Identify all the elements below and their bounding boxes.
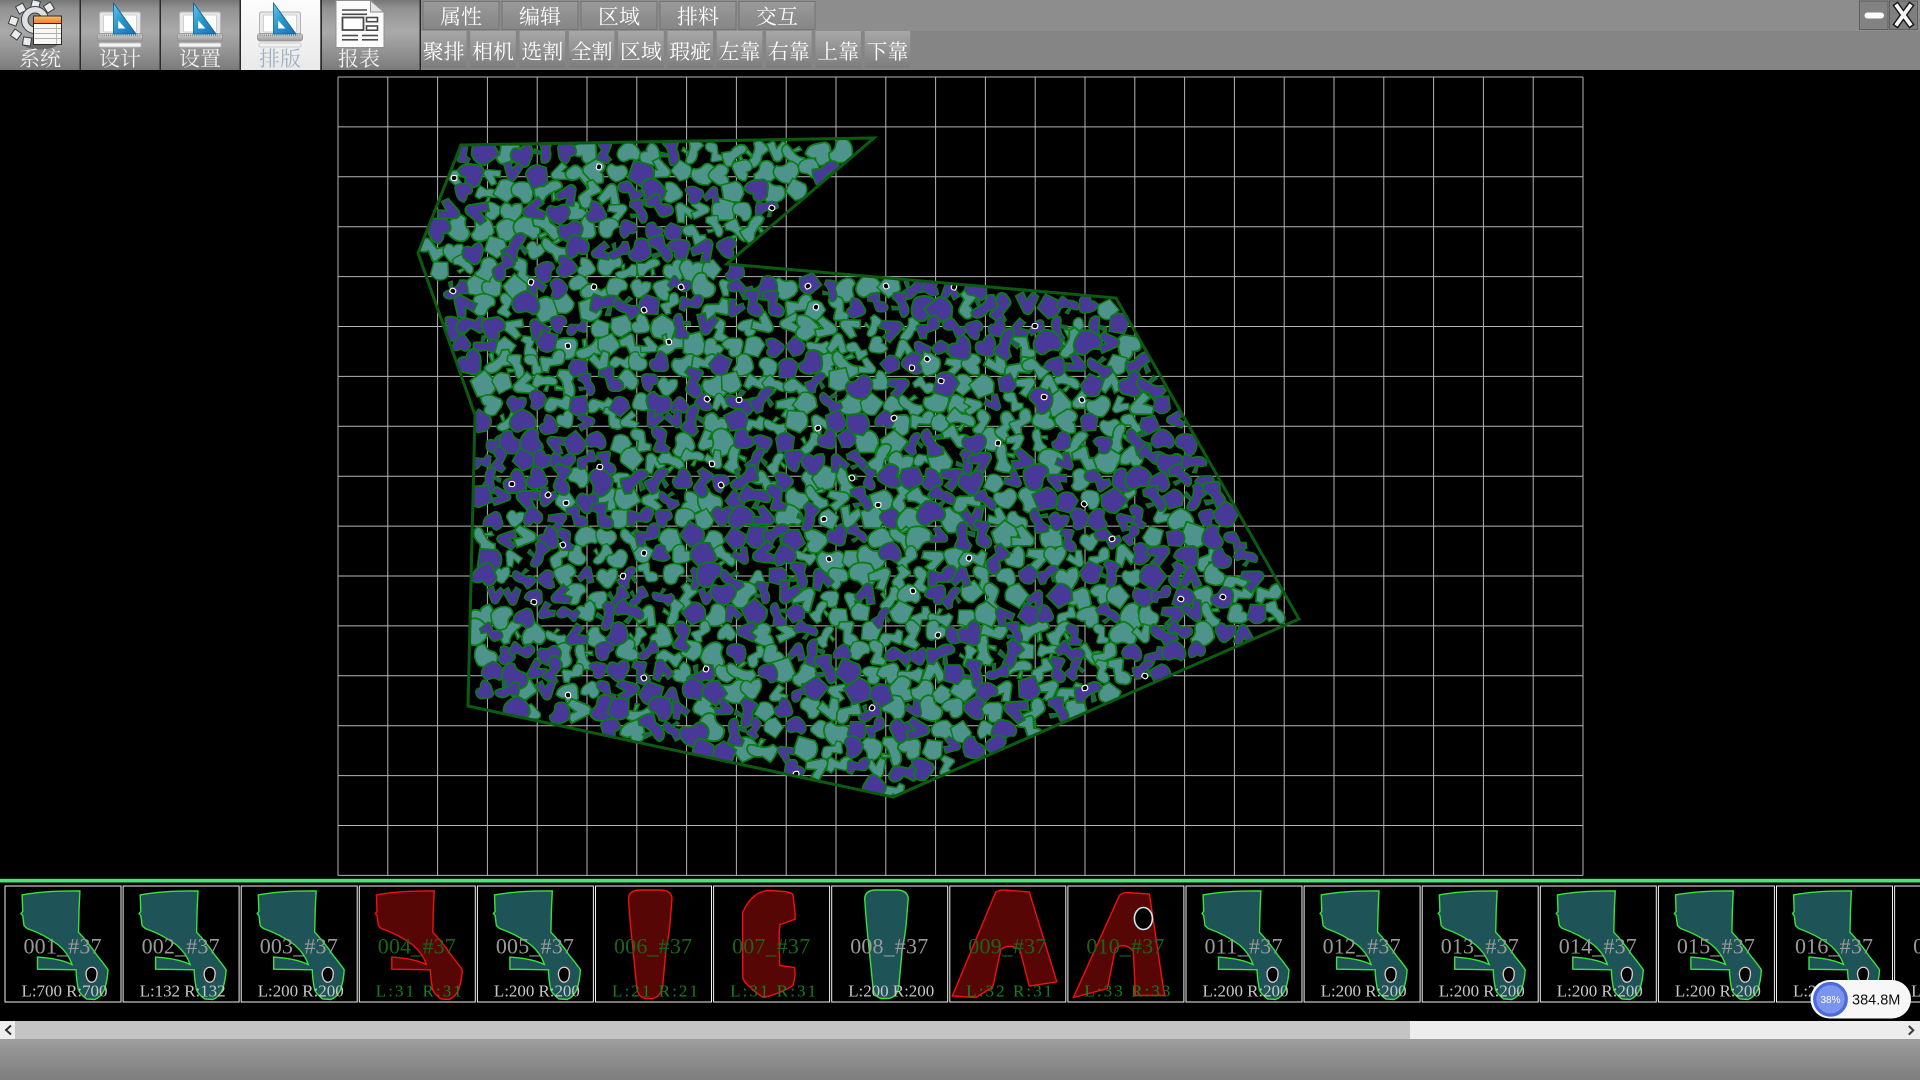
- svg-text:017_#37: 017_#37: [1913, 934, 1920, 959]
- svg-text:L:200 R:200: L:200 R:200: [848, 982, 934, 1001]
- svg-text:008_#37: 008_#37: [850, 934, 928, 959]
- svg-text:009_#37: 009_#37: [968, 934, 1046, 959]
- svg-text:003_#37: 003_#37: [260, 934, 338, 959]
- svg-text:38%: 38%: [1820, 995, 1840, 1006]
- svg-text:001_#37: 001_#37: [24, 934, 102, 959]
- svg-text:L:200 R:200: L:200 R:200: [1675, 982, 1761, 1001]
- svg-text:L:32 R:31: L:32 R:31: [966, 982, 1052, 1001]
- svg-text:L:200 R:200: L:200 R:200: [1557, 982, 1643, 1001]
- svg-text:L:200 R:200: L:200 R:200: [1439, 982, 1525, 1001]
- svg-text:L:200 R:200: L:200 R:200: [1321, 982, 1407, 1001]
- svg-text:012_#37: 012_#37: [1323, 934, 1401, 959]
- svg-text:L:200 R:200: L:200 R:200: [258, 982, 344, 1001]
- svg-text:L:21 R:21: L:21 R:21: [612, 982, 698, 1001]
- svg-text:005_#37: 005_#37: [496, 934, 574, 959]
- svg-text:384.8M: 384.8M: [1852, 993, 1900, 1009]
- svg-text:L:200 R:200: L:200 R:200: [494, 982, 580, 1001]
- svg-text:L:31 R:31: L:31 R:31: [730, 982, 816, 1001]
- svg-text:002_#37: 002_#37: [142, 934, 220, 959]
- svg-text:013_#37: 013_#37: [1441, 934, 1519, 959]
- svg-text:015_#37: 015_#37: [1677, 934, 1755, 959]
- svg-text:L:700 R:700: L:700 R:700: [22, 982, 108, 1001]
- svg-text:L:33 R:33: L:33 R:33: [1084, 982, 1170, 1001]
- svg-text:006_#37: 006_#37: [614, 934, 692, 959]
- svg-text:L:200 R:200: L:200 R:200: [1911, 982, 1920, 1001]
- svg-text:007_#37: 007_#37: [732, 934, 810, 959]
- svg-text:L:200 R:200: L:200 R:200: [1203, 982, 1289, 1001]
- svg-text:014_#37: 014_#37: [1559, 934, 1637, 959]
- svg-text:010_#37: 010_#37: [1086, 934, 1164, 959]
- svg-text:L:132 R:132: L:132 R:132: [140, 982, 226, 1001]
- svg-text:011_#37: 011_#37: [1205, 934, 1283, 959]
- svg-text:L:31 R:31: L:31 R:31: [376, 982, 462, 1001]
- svg-text:004_#37: 004_#37: [378, 934, 456, 959]
- svg-text:016_#37: 016_#37: [1795, 934, 1873, 959]
